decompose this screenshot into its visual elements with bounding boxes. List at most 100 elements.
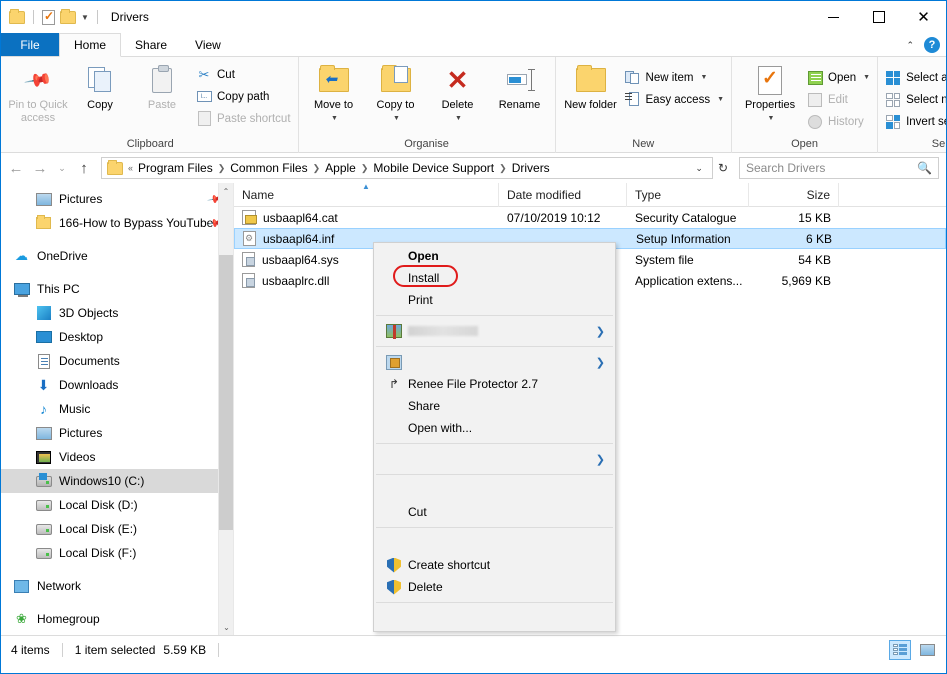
- navpane-scrollbar[interactable]: ⌃ ⌄: [218, 183, 233, 635]
- sidebar-item-pictures-quick[interactable]: Pictures 📌: [1, 187, 233, 211]
- easy-access-button[interactable]: Easy access ▼: [622, 90, 728, 109]
- breadcrumb-item-common-files[interactable]: Common Files: [226, 161, 311, 175]
- sidebar-item-homegroup[interactable]: ❀ Homegroup: [1, 607, 233, 631]
- sidebar-item-videos[interactable]: Videos: [1, 445, 233, 469]
- address-bar[interactable]: « Program Files ❯ Common Files ❯ Apple ❯…: [101, 157, 713, 179]
- tab-file[interactable]: File: [1, 33, 59, 56]
- rename-button[interactable]: Rename: [489, 60, 551, 112]
- chevron-down-icon[interactable]: ▼: [81, 13, 89, 22]
- scroll-up-icon[interactable]: ⌃: [219, 183, 233, 199]
- properties-button[interactable]: Properties ▼: [736, 60, 804, 125]
- context-menu-item-open[interactable]: Open: [374, 245, 615, 267]
- copy-button[interactable]: Copy: [69, 60, 131, 112]
- sidebar-item-this-pc[interactable]: This PC: [1, 277, 233, 301]
- recent-locations-button[interactable]: ⌄: [53, 157, 71, 179]
- edit-button[interactable]: Edit: [804, 90, 873, 109]
- context-menu-item-print[interactable]: Print: [374, 289, 615, 311]
- breadcrumb-item-program-files[interactable]: Program Files: [134, 161, 217, 175]
- invert-selection-button[interactable]: Invert selection: [882, 112, 946, 131]
- breadcrumb-item-apple[interactable]: Apple: [321, 161, 360, 175]
- paste-button[interactable]: Paste: [131, 60, 193, 112]
- context-menu-item-send-to[interactable]: ❯: [374, 448, 615, 470]
- column-header-name[interactable]: ▲ Name: [234, 182, 499, 207]
- context-menu-item-delete[interactable]: Create shortcut: [374, 554, 615, 576]
- column-header-type[interactable]: Type: [627, 182, 749, 207]
- forward-button[interactable]: →: [29, 157, 51, 179]
- sidebar-item-pictures[interactable]: Pictures: [1, 421, 233, 445]
- chevron-down-icon[interactable]: ▼: [768, 112, 775, 125]
- sidebar-item-onedrive[interactable]: ☁ OneDrive: [1, 244, 233, 268]
- breadcrumb-overflow[interactable]: «: [127, 163, 134, 173]
- sidebar-item-music[interactable]: ♪ Music: [1, 397, 233, 421]
- sidebar-item-downloads[interactable]: ⬇ Downloads: [1, 373, 233, 397]
- open-button[interactable]: Open ▼: [804, 68, 873, 87]
- maximize-button[interactable]: [856, 1, 901, 33]
- new-item-button[interactable]: New item ▼: [622, 68, 728, 87]
- sidebar-item-desktop[interactable]: Desktop: [1, 325, 233, 349]
- context-menu-item-copy[interactable]: Cut: [374, 501, 615, 523]
- address-dropdown-icon[interactable]: ⌄: [689, 163, 709, 174]
- context-menu-item-rename[interactable]: Delete: [374, 576, 615, 598]
- breadcrumb-separator[interactable]: ❯: [312, 163, 322, 174]
- column-header-date-modified[interactable]: Date modified: [499, 182, 627, 207]
- move-to-button[interactable]: ⬅ Move to ▼: [303, 60, 365, 125]
- sidebar-item-network[interactable]: Network: [1, 574, 233, 598]
- breadcrumb-item-mobile-device-support[interactable]: Mobile Device Support: [369, 161, 498, 175]
- sidebar-item-3d-objects[interactable]: 3D Objects: [1, 301, 233, 325]
- context-menu-item-restore-previous-versions[interactable]: Open with...: [374, 417, 615, 439]
- paste-shortcut-button[interactable]: Paste shortcut: [193, 109, 294, 128]
- context-menu-item-install[interactable]: Install: [374, 267, 615, 289]
- breadcrumb-separator[interactable]: ❯: [498, 163, 508, 174]
- refresh-icon[interactable]: ↻: [715, 161, 731, 175]
- chevron-right-icon[interactable]: ❯: [596, 453, 605, 466]
- chevron-right-icon[interactable]: ❯: [596, 356, 605, 369]
- chevron-down-icon[interactable]: ▼: [717, 96, 724, 103]
- context-menu-item-cut[interactable]: [374, 479, 615, 501]
- breadcrumb-item-drivers[interactable]: Drivers: [508, 161, 554, 175]
- minimize-button[interactable]: [811, 1, 856, 33]
- tab-home[interactable]: Home: [59, 33, 122, 57]
- copy-path-button[interactable]: \... Copy path: [193, 87, 294, 106]
- chevron-down-icon[interactable]: ▼: [331, 112, 338, 125]
- history-button[interactable]: History: [804, 112, 873, 131]
- context-menu-item-share[interactable]: ↱ Renee File Protector 2.7: [374, 373, 615, 395]
- folder-icon[interactable]: [9, 8, 25, 24]
- select-all-button[interactable]: Select all: [882, 68, 946, 87]
- select-none-button[interactable]: Select none: [882, 90, 946, 109]
- close-button[interactable]: ✕: [901, 1, 946, 33]
- tab-share[interactable]: Share: [121, 33, 181, 56]
- chevron-down-icon[interactable]: ▼: [700, 74, 707, 81]
- chevron-down-icon[interactable]: ▼: [455, 112, 462, 125]
- table-row[interactable]: usbaapl64.cat 07/10/2019 10:12 Security …: [234, 207, 946, 228]
- breadcrumb-separator[interactable]: ❯: [217, 163, 227, 174]
- pin-to-quick-access-button[interactable]: 📌 Pin to Quick access: [7, 60, 69, 125]
- chevron-down-icon[interactable]: ▼: [863, 74, 870, 81]
- new-folder-icon[interactable]: [60, 8, 76, 24]
- properties-icon[interactable]: [42, 9, 55, 25]
- sidebar-item-documents[interactable]: Documents: [1, 349, 233, 373]
- scrollbar-thumb[interactable]: [219, 255, 233, 530]
- scroll-down-icon[interactable]: ⌄: [219, 619, 233, 635]
- cut-button[interactable]: ✂ Cut: [193, 65, 294, 84]
- context-menu-item-renee-file-protector[interactable]: ❯: [374, 351, 615, 373]
- chevron-up-icon[interactable]: ⌃: [906, 40, 914, 51]
- delete-button[interactable]: ✕ Delete ▼: [427, 60, 489, 125]
- back-button[interactable]: ←: [5, 157, 27, 179]
- chevron-right-icon[interactable]: ❯: [596, 325, 605, 338]
- copy-to-button[interactable]: Copy to ▼: [365, 60, 427, 125]
- breadcrumb-separator[interactable]: ❯: [360, 163, 370, 174]
- sidebar-item-166-how-to-bypass-youtube[interactable]: 166-How to Bypass YouTube C 📌: [1, 211, 233, 235]
- column-header-size[interactable]: Size: [749, 182, 839, 207]
- context-menu-item-properties[interactable]: [374, 607, 615, 629]
- up-button[interactable]: ↑: [73, 157, 95, 179]
- context-menu-item-create-shortcut[interactable]: [374, 532, 615, 554]
- tab-view[interactable]: View: [181, 33, 235, 56]
- context-menu-item-winrar[interactable]: ❯: [374, 320, 615, 342]
- new-folder-button[interactable]: New folder: [560, 60, 622, 112]
- sidebar-item-local-disk-d[interactable]: Local Disk (D:): [1, 493, 233, 517]
- sidebar-item-local-disk-f[interactable]: Local Disk (F:): [1, 541, 233, 565]
- sidebar-item-windows10-c[interactable]: Windows10 (C:): [1, 469, 233, 493]
- chevron-down-icon[interactable]: ▼: [393, 112, 400, 125]
- search-input[interactable]: Search Drivers 🔍: [739, 157, 939, 179]
- details-view-button[interactable]: [889, 639, 911, 660]
